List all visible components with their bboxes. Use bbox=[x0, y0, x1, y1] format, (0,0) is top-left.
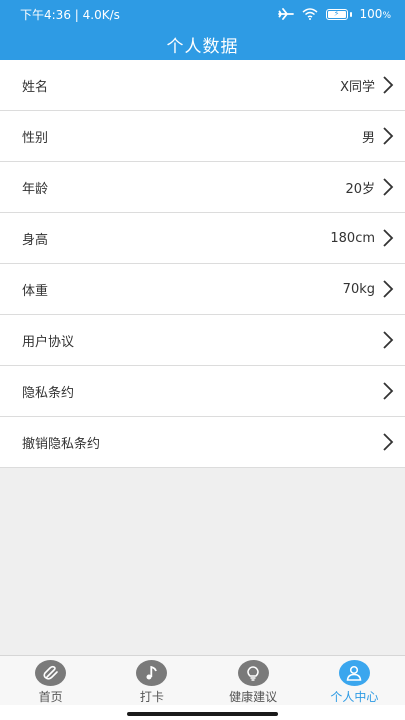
row-privacy-policy[interactable]: 隐私条约 bbox=[0, 366, 405, 417]
row-label: 身高 bbox=[22, 232, 49, 248]
home-indicator[interactable] bbox=[127, 712, 278, 716]
row-right: X同学 bbox=[340, 74, 397, 96]
row-age[interactable]: 年龄 20岁 bbox=[0, 162, 405, 213]
lightbulb-icon bbox=[237, 660, 269, 686]
row-value: X同学 bbox=[340, 79, 375, 95]
chevron-right-icon bbox=[383, 433, 394, 451]
row-label: 年龄 bbox=[22, 181, 49, 197]
row-right: 男 bbox=[362, 125, 397, 147]
airplane-mode-icon bbox=[277, 8, 294, 20]
row-value: 180cm bbox=[330, 230, 375, 246]
row-right: 180cm bbox=[330, 227, 397, 249]
chevron-right-icon bbox=[383, 382, 394, 400]
row-user-agreement[interactable]: 用户协议 bbox=[0, 315, 405, 366]
battery-percentage: 100% bbox=[359, 7, 391, 21]
row-right: 20岁 bbox=[345, 176, 397, 198]
row-value: 70kg bbox=[342, 281, 375, 297]
wifi-icon bbox=[302, 8, 318, 20]
bottom-tab-bar: 首页 打卡 健康建议 个人中心 bbox=[0, 655, 405, 705]
row-value: 20岁 bbox=[345, 181, 375, 197]
status-time-speed: 下午4:36 | 4.0K/s bbox=[20, 7, 120, 22]
row-right: 70kg bbox=[343, 278, 397, 300]
row-height[interactable]: 身高 180cm bbox=[0, 213, 405, 264]
chevron-right-icon bbox=[383, 76, 394, 94]
row-label: 隐私条约 bbox=[22, 385, 75, 401]
tab-health-advice[interactable]: 健康建议 bbox=[203, 656, 304, 705]
tab-personal-center[interactable]: 个人中心 bbox=[304, 656, 405, 705]
row-label: 撤销隐私条约 bbox=[22, 436, 101, 452]
row-value: 男 bbox=[361, 130, 375, 146]
battery-icon: ⚡ bbox=[325, 8, 352, 20]
chevron-right-icon bbox=[383, 127, 394, 145]
row-gender[interactable]: 性别 男 bbox=[0, 111, 405, 162]
person-icon bbox=[338, 660, 370, 686]
chevron-right-icon bbox=[383, 331, 394, 349]
row-label: 性别 bbox=[22, 130, 49, 146]
row-name[interactable]: 姓名 X同学 bbox=[0, 60, 405, 111]
profile-list: 姓名 X同学 性别 男 年龄 20岁 身高 180cm 体重 70kg 用户协议… bbox=[0, 60, 405, 468]
tab-label: 打卡 bbox=[139, 690, 164, 704]
row-weight[interactable]: 体重 70kg bbox=[0, 264, 405, 315]
row-label: 体重 bbox=[22, 283, 49, 299]
row-label: 姓名 bbox=[22, 79, 49, 95]
tab-label: 健康建议 bbox=[229, 690, 278, 704]
status-icons: ⚡ 100% bbox=[277, 7, 391, 21]
row-right bbox=[375, 431, 397, 453]
row-right bbox=[375, 329, 397, 351]
chevron-right-icon bbox=[383, 178, 394, 196]
row-label: 用户协议 bbox=[22, 334, 75, 350]
tab-label: 个人中心 bbox=[330, 690, 379, 704]
paperclip-icon bbox=[35, 660, 67, 686]
status-bar: 下午4:36 | 4.0K/s ⚡ 100% bbox=[0, 0, 405, 28]
chevron-right-icon bbox=[383, 280, 394, 298]
chevron-right-icon bbox=[383, 229, 394, 247]
tab-label: 首页 bbox=[38, 690, 63, 704]
music-note-icon bbox=[136, 660, 168, 686]
tab-home[interactable]: 首页 bbox=[0, 656, 101, 705]
row-right bbox=[375, 380, 397, 402]
page-title: 个人数据 bbox=[166, 36, 239, 57]
row-revoke-privacy[interactable]: 撤销隐私条约 bbox=[0, 417, 405, 468]
tab-checkin[interactable]: 打卡 bbox=[101, 656, 202, 705]
page-title-bar: 个人数据 bbox=[0, 28, 405, 60]
